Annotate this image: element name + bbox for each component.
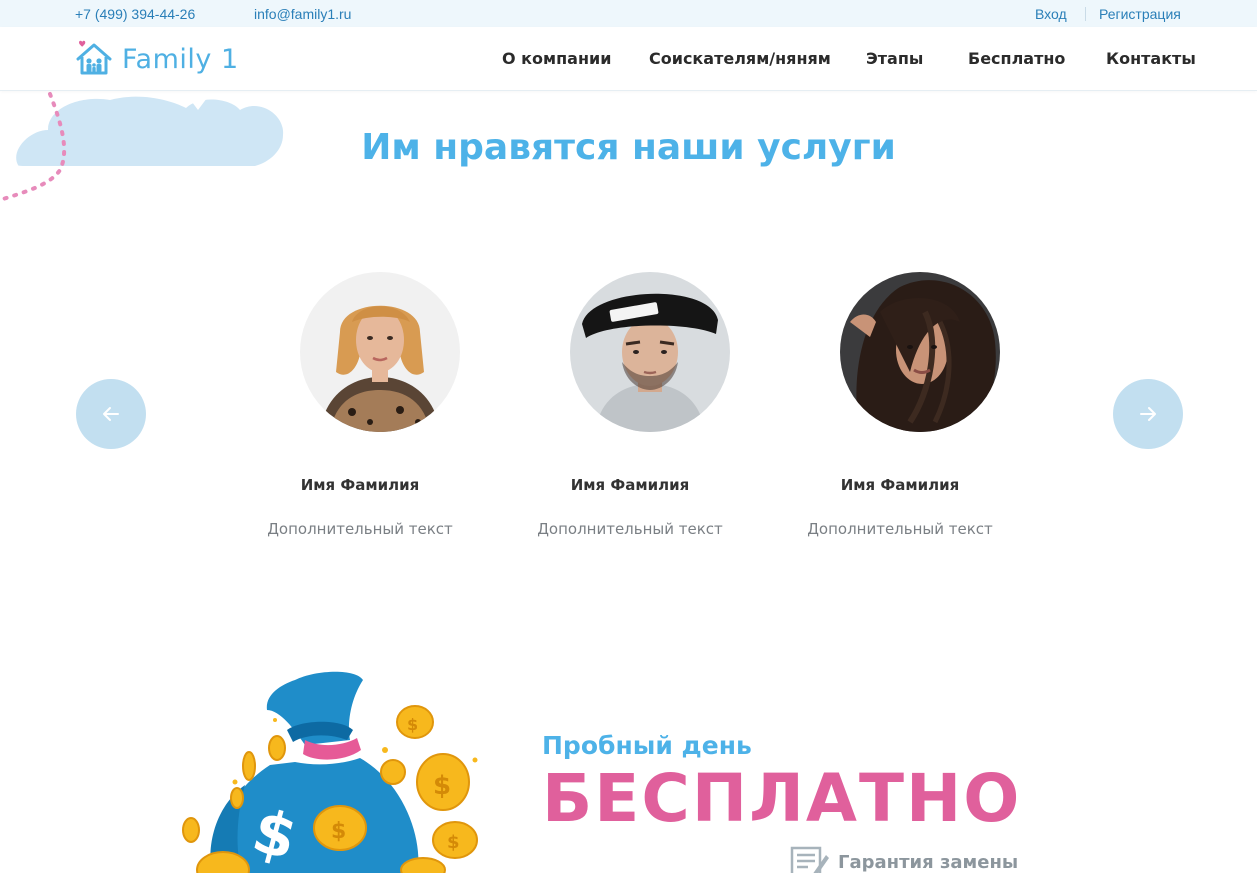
nav-item-candidates[interactable]: Соискателям/няням — [649, 49, 831, 68]
carousel-next-button[interactable] — [1113, 379, 1183, 449]
register-link[interactable]: Регистрация — [1099, 6, 1181, 22]
nav-item-contacts[interactable]: Контакты — [1106, 49, 1196, 68]
house-logo-icon — [76, 40, 112, 75]
arrow-right-icon — [1140, 407, 1156, 421]
nav-item-stages[interactable]: Этапы — [866, 49, 923, 68]
avatar — [300, 272, 460, 432]
svg-text:$: $ — [433, 771, 451, 801]
carousel-prev-button[interactable] — [76, 379, 146, 449]
promo-subtitle: Пробный день — [542, 731, 752, 760]
guarantee-text: Гарантия замены — [838, 851, 1019, 873]
arrow-left-icon — [103, 407, 119, 421]
testimonials-title: Им нравятся наши услуги — [361, 127, 896, 168]
guarantee-row: Гарантия замены — [790, 845, 1018, 873]
testimonial-text: Дополнительный текст — [267, 520, 453, 538]
divider — [1085, 7, 1086, 21]
testimonial-name: Имя Фамилия — [570, 476, 690, 494]
phone-link[interactable]: +7 (499) 394-44-26 — [75, 6, 195, 22]
nav-item-about[interactable]: О компании — [502, 49, 611, 68]
svg-text:$: $ — [331, 819, 346, 844]
login-link[interactable]: Вход — [1035, 6, 1067, 22]
svg-text:$: $ — [407, 715, 418, 734]
logo-text: Family 1 — [122, 44, 239, 75]
logo[interactable]: Family 1 — [74, 38, 238, 80]
top-bar: +7 (499) 394-44-26 info@family1.ru Вход … — [0, 0, 1257, 27]
money-bag-icon: $ $ $ $ $ — [182, 671, 478, 873]
avatar — [840, 272, 1000, 432]
testimonial-text: Дополнительный текст — [807, 520, 993, 538]
svg-text:$: $ — [447, 832, 460, 853]
promo-headline: БЕСПЛАТНО — [542, 760, 1022, 837]
main-header: Family 1 О компании Соискателям/няням Эт… — [0, 27, 1257, 91]
nav-item-free[interactable]: Бесплатно — [968, 49, 1065, 68]
email-link[interactable]: info@family1.ru — [254, 6, 351, 22]
testimonial-name: Имя Фамилия — [840, 476, 960, 494]
testimonial-text: Дополнительный текст — [537, 520, 723, 538]
avatar — [570, 272, 730, 432]
document-pen-icon — [790, 846, 829, 873]
testimonial-name: Имя Фамилия — [300, 476, 420, 494]
